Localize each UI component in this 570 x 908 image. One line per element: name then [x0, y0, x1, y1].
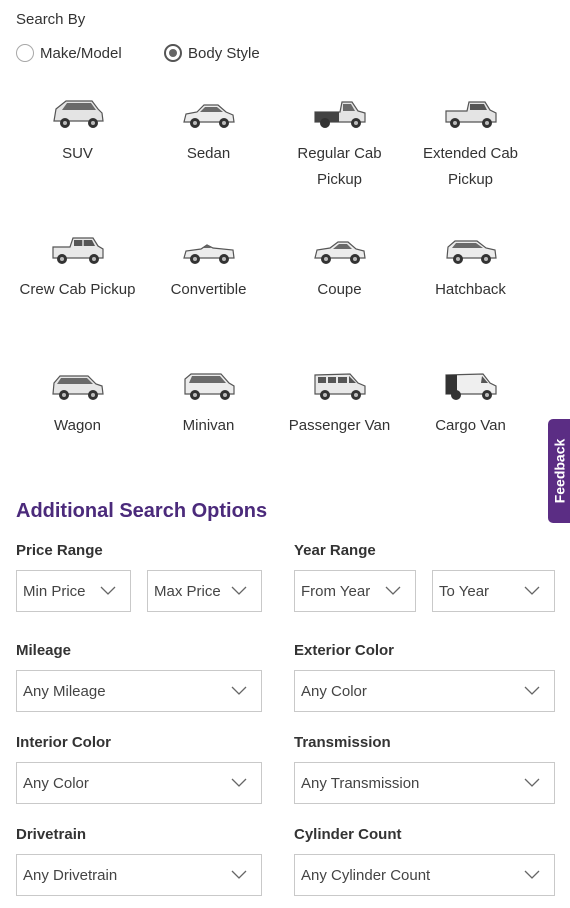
max-price-value: Max Price [154, 582, 221, 600]
body-style-suv[interactable]: SUV [12, 95, 143, 167]
body-style-sedan[interactable]: Sedan [143, 95, 274, 167]
cylinder-count-value: Any Cylinder Count [301, 866, 431, 884]
body-style-coupe[interactable]: Coupe [274, 231, 405, 303]
search-by-label: Search By [16, 11, 86, 28]
chevron-down-icon [524, 778, 540, 787]
radio-unchecked-icon [16, 44, 34, 62]
passenger-van-icon [313, 373, 366, 400]
minivan-icon [183, 373, 235, 400]
body-style-regular-cab-pickup[interactable]: Regular Cab Pickup [274, 95, 405, 193]
interior-color-value: Any Color [23, 774, 89, 792]
cylinder-count-select[interactable]: Any Cylinder Count [294, 854, 555, 896]
body-style-radio-label: Body Style [188, 44, 260, 62]
cargo-van-icon [444, 373, 497, 400]
transmission-select[interactable]: Any Transmission [294, 762, 555, 804]
price-range-label: Price Range [16, 542, 103, 559]
chevron-down-icon [385, 586, 401, 595]
search-by-radio-group: Make/Model Body Style [16, 42, 416, 64]
body-style-label: Extended Cab Pickup [422, 145, 519, 188]
regular-cab-pickup-icon [313, 101, 366, 128]
year-range-label: Year Range [294, 542, 376, 559]
body-style-radio[interactable]: Body Style [164, 42, 260, 64]
transmission-label: Transmission [294, 734, 391, 751]
body-style-label: Sedan [186, 145, 231, 162]
radio-checked-icon [164, 44, 182, 62]
body-style-label: Minivan [182, 417, 235, 434]
crew-cab-pickup-icon [51, 237, 104, 264]
body-style-cargo-van[interactable]: Cargo Van [405, 367, 536, 439]
body-style-label: Regular Cab Pickup [297, 145, 382, 188]
mileage-select[interactable]: Any Mileage [16, 670, 262, 712]
body-style-hatchback[interactable]: Hatchback [405, 231, 536, 303]
body-style-label: Crew Cab Pickup [19, 281, 136, 298]
chevron-down-icon [231, 870, 247, 879]
drivetrain-select[interactable]: Any Drivetrain [16, 854, 262, 896]
chevron-down-icon [231, 686, 247, 695]
body-style-convertible[interactable]: Convertible [143, 231, 274, 303]
suv-icon [52, 100, 104, 128]
chevron-down-icon [231, 586, 247, 595]
body-style-label: SUV [62, 145, 93, 162]
make-model-radio-label: Make/Model [40, 44, 122, 62]
transmission-value: Any Transmission [301, 774, 420, 792]
min-price-select[interactable]: Min Price [16, 570, 131, 612]
interior-color-select[interactable]: Any Color [16, 762, 262, 804]
body-style-label: Coupe [317, 281, 362, 298]
from-year-value: From Year [301, 582, 371, 600]
body-style-passenger-van[interactable]: Passenger Van [274, 367, 405, 439]
drivetrain-value: Any Drivetrain [23, 866, 118, 884]
cylinder-count-label: Cylinder Count [294, 826, 402, 843]
body-style-label: Cargo Van [435, 417, 506, 434]
from-year-select[interactable]: From Year [294, 570, 416, 612]
body-style-label: Convertible [170, 281, 247, 298]
to-year-value: To Year [439, 582, 490, 600]
body-style-extended-cab-pickup[interactable]: Extended Cab Pickup [405, 95, 536, 193]
chevron-down-icon [524, 686, 540, 695]
body-style-label: Passenger Van [288, 417, 391, 434]
exterior-color-value: Any Color [301, 682, 367, 700]
additional-options-title: Additional Search Options [16, 500, 268, 522]
sedan-icon [182, 104, 235, 128]
max-price-select[interactable]: Max Price [147, 570, 262, 612]
exterior-color-label: Exterior Color [294, 642, 395, 659]
body-style-label: Hatchback [435, 281, 506, 298]
drivetrain-label: Drivetrain [16, 826, 87, 843]
coupe-icon [313, 241, 366, 264]
body-style-wagon[interactable]: Wagon [12, 367, 143, 439]
chevron-down-icon [231, 778, 247, 787]
to-year-select[interactable]: To Year [432, 570, 555, 612]
body-style-minivan[interactable]: Minivan [143, 367, 274, 439]
interior-color-label: Interior Color [16, 734, 112, 751]
feedback-label: Feedback [551, 438, 567, 504]
make-model-radio[interactable]: Make/Model [16, 42, 122, 64]
wagon-icon [51, 375, 104, 400]
chevron-down-icon [524, 870, 540, 879]
min-price-value: Min Price [23, 582, 86, 600]
convertible-icon [182, 244, 235, 264]
feedback-tab[interactable]: Feedback [548, 419, 570, 523]
mileage-label: Mileage [16, 642, 72, 659]
extended-cab-pickup-icon [444, 101, 497, 128]
chevron-down-icon [524, 586, 540, 595]
body-style-label: Wagon [54, 417, 101, 434]
body-style-crew-cab-pickup[interactable]: Crew Cab Pickup [12, 231, 143, 303]
chevron-down-icon [100, 586, 116, 595]
hatchback-icon [445, 240, 497, 264]
exterior-color-select[interactable]: Any Color [294, 670, 555, 712]
mileage-value: Any Mileage [23, 682, 106, 700]
